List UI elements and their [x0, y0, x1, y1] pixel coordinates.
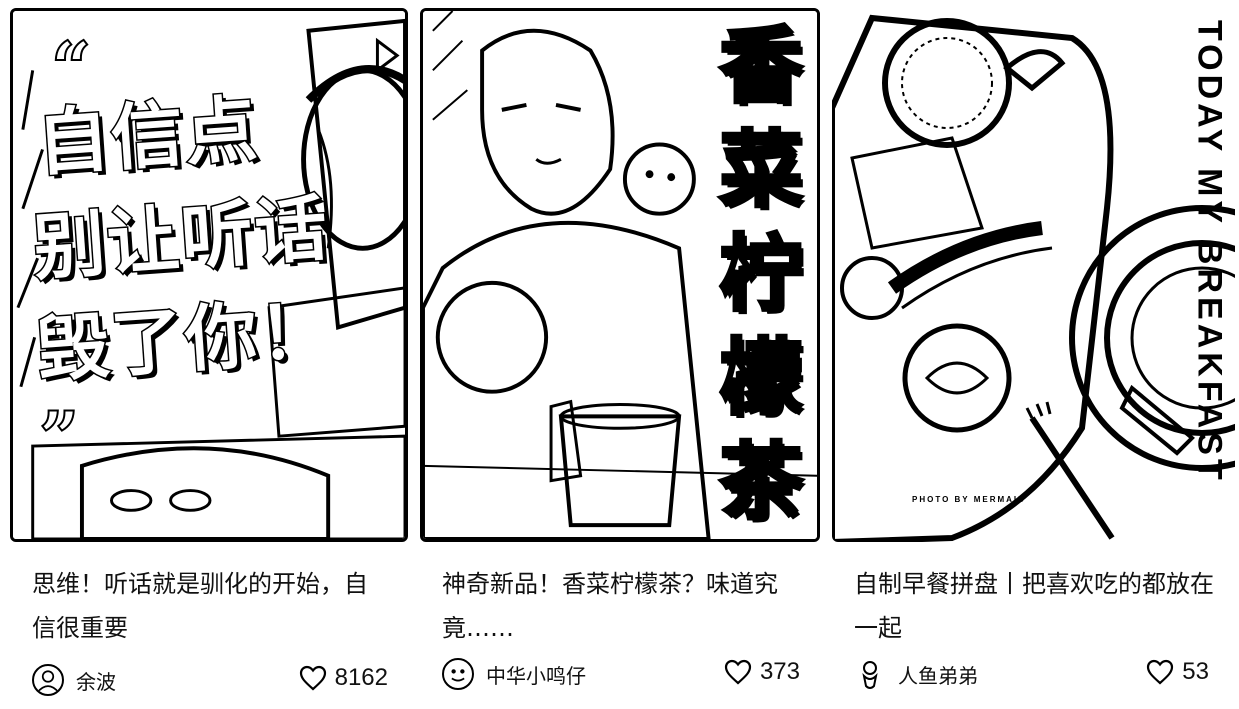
note-meta: 余波 8162: [0, 652, 412, 696]
avatar-mermaid-icon: [862, 661, 878, 689]
like-count: 8162: [334, 664, 388, 691]
author-name: 人鱼弟弟: [898, 663, 978, 688]
cover-char-3: 柠: [718, 225, 804, 324]
avatar-face-icon: [451, 669, 465, 682]
cover-char-1: 香: [718, 17, 804, 116]
cover-illustration: [832, 8, 1235, 542]
cover-char-4: 檬: [718, 329, 804, 428]
avatar[interactable]: [854, 658, 886, 690]
cover-vertical-title: 香 菜 柠 檬 茶: [713, 15, 809, 535]
heart-outline-icon: [724, 659, 752, 685]
author[interactable]: 中华小鸣仔: [442, 658, 586, 690]
cover-vertical-caption: TODAY MY BREAKFAST: [1189, 20, 1229, 540]
author-name: 余波: [76, 669, 116, 694]
like-button[interactable]: 53: [1146, 658, 1209, 686]
avatar[interactable]: [32, 664, 64, 696]
heart-outline-icon: [299, 665, 326, 691]
heart-outline-icon: [1147, 659, 1174, 685]
cover-char-2: 菜: [718, 121, 804, 220]
note-title[interactable]: 神奇新品！香菜柠檬茶？味道究竟……: [442, 562, 802, 650]
photo-credit: PHOTO BY MERMAID: [912, 495, 1026, 504]
close-quote: ”: [38, 396, 80, 479]
cover-vertical-text: TODAY MY BREAKFAST: [1190, 20, 1229, 484]
avatar[interactable]: [442, 658, 474, 690]
note-title[interactable]: 自制早餐拼盘丨把喜欢吃的都放在一起: [854, 562, 1214, 650]
avatar-person-icon: [36, 670, 60, 693]
like-count: 373: [759, 658, 800, 685]
cover-image[interactable]: TODAY MY BREAKFAST PHOTO BY MERMAID: [832, 8, 1235, 542]
note-meta: 人鱼弟弟 53: [828, 652, 1239, 696]
like-count: 53: [1182, 658, 1209, 685]
cover-char-5: 茶: [718, 433, 804, 532]
open-quote: “: [50, 26, 92, 109]
author-name: 中华小鸣仔: [486, 663, 586, 688]
cover-image[interactable]: 香 菜 柠 檬 茶: [420, 8, 820, 542]
note-title[interactable]: 思维！听话就是驯化的开始，自信很重要: [32, 562, 372, 650]
author[interactable]: 余波: [32, 664, 116, 696]
like-button[interactable]: 373: [724, 658, 800, 686]
cover-image[interactable]: “ 自信点 别让听话 毁了你！ ”: [10, 8, 408, 542]
cover-headline-line-1: 自信点: [33, 85, 263, 187]
like-button[interactable]: 8162: [299, 664, 388, 692]
author[interactable]: 人鱼弟弟: [854, 658, 978, 690]
note-meta: 中华小鸣仔 373: [416, 652, 824, 696]
